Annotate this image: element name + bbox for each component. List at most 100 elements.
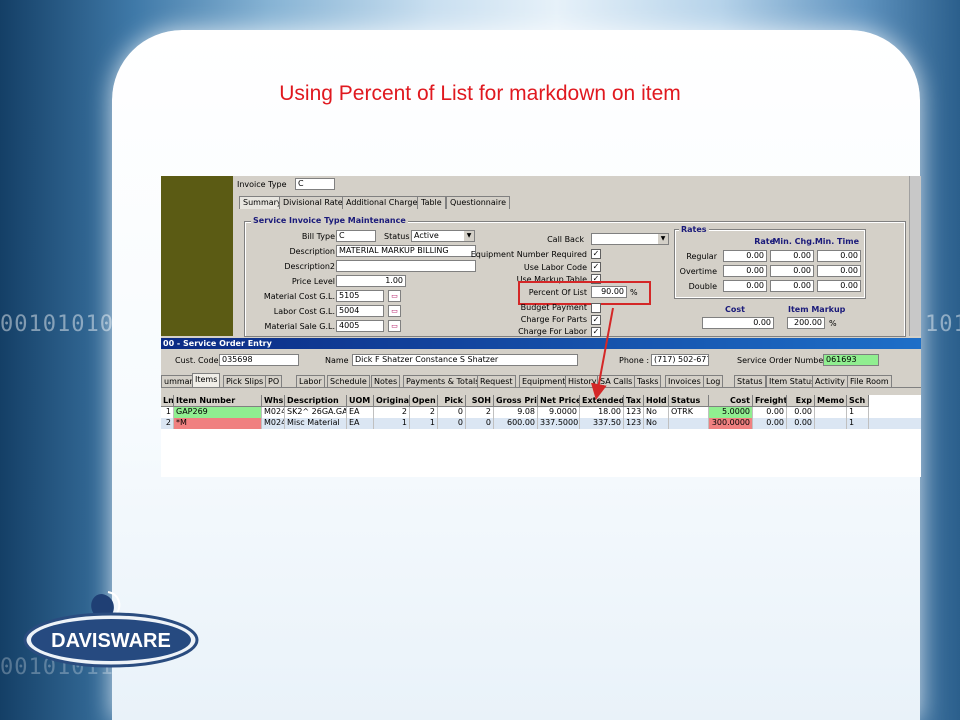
column-header-memo[interactable]: Memo	[815, 395, 847, 407]
regular-rate-input[interactable]: 0.00	[723, 250, 767, 262]
table-cell-open[interactable]: 1	[410, 418, 438, 429]
tab-equipment[interactable]: Equipment	[519, 375, 569, 387]
table-cell-hold[interactable]: No	[644, 407, 669, 418]
double-rate-input[interactable]: 0.00	[723, 280, 767, 292]
table-cell-uom[interactable]: EA	[347, 407, 374, 418]
tab-payments-totals[interactable]: Payments & Totals	[403, 375, 483, 387]
folder-icon[interactable]: ▭	[388, 290, 401, 302]
column-header-description[interactable]: Description	[285, 395, 347, 407]
column-header-extended[interactable]: Extended	[580, 395, 624, 407]
price-level-input[interactable]: 1.00	[336, 275, 406, 287]
table-cell-lnk[interactable]: 2	[161, 418, 174, 429]
table-cell-original[interactable]: 1	[374, 418, 410, 429]
column-header-tax[interactable]: Tax	[624, 395, 644, 407]
table-cell-item-number[interactable]: GAP269	[174, 407, 262, 418]
table-cell-memo[interactable]	[815, 418, 847, 429]
material-cost-gl-input[interactable]: 5105	[336, 290, 384, 302]
table-cell-cost[interactable]: 300.0000	[709, 418, 753, 429]
cost-input[interactable]: 0.00	[702, 317, 774, 329]
tab-po[interactable]: PO	[265, 375, 283, 387]
column-header-cost[interactable]: Cost	[709, 395, 753, 407]
table-row[interactable]: 2 *M M024 Misc Material EA 1 1 0 0 600.00 337.5000…	[161, 418, 921, 429]
invoice-type-input[interactable]: C	[295, 178, 335, 190]
regular-min-chg-input[interactable]: 0.00	[770, 250, 814, 262]
name-input[interactable]: Dick F Shatzer Constance S Shatzer	[352, 354, 578, 366]
table-cell-cost[interactable]: 5.0000	[709, 407, 753, 418]
column-header-lnk[interactable]: Lnk	[161, 395, 174, 407]
table-cell-freight[interactable]: 0.00	[753, 418, 787, 429]
tab-divisional-rates[interactable]: Divisional Rates	[279, 196, 351, 209]
table-cell-net-price[interactable]: 337.5000	[538, 418, 580, 429]
table-cell-open[interactable]: 2	[410, 407, 438, 418]
column-header-exp[interactable]: Exp	[787, 395, 815, 407]
overtime-rate-input[interactable]: 0.00	[723, 265, 767, 277]
table-cell-exp[interactable]: 0.00	[787, 407, 815, 418]
cust-code-input[interactable]: 035698	[219, 354, 299, 366]
table-cell-uom[interactable]: EA	[347, 418, 374, 429]
table-cell-pick[interactable]: 0	[438, 407, 466, 418]
call-back-select[interactable]: ▼	[591, 233, 669, 245]
charge-for-parts-checkbox[interactable]: ✓	[591, 315, 601, 325]
chevron-down-icon[interactable]: ▼	[464, 231, 474, 241]
column-header-status[interactable]: Status	[669, 395, 709, 407]
column-header-freight[interactable]: Freight	[753, 395, 787, 407]
column-header-item-number[interactable]: Item Number	[174, 395, 262, 407]
tab-table[interactable]: Table	[417, 196, 446, 209]
folder-icon[interactable]: ▭	[388, 320, 401, 332]
table-cell-tax[interactable]: 123	[624, 407, 644, 418]
tab-request[interactable]: Request	[477, 375, 516, 387]
table-cell-status[interactable]: OTRK	[669, 407, 709, 418]
table-cell-lnk[interactable]: 1	[161, 407, 174, 418]
column-header-gross-price[interactable]: Gross Price	[494, 395, 538, 407]
table-row[interactable]: 1 GAP269 M024 SK2^ 26GA.GA EA 2 2 0 2 9.08 9.0000 1…	[161, 407, 921, 418]
status-select[interactable]: Active ▼	[411, 230, 475, 242]
tab-items[interactable]: Items	[192, 373, 221, 387]
tab-additional-charges[interactable]: Additional Charges	[342, 196, 426, 209]
equipment-number-required-checkbox[interactable]: ✓	[591, 249, 601, 259]
tab-invoices[interactable]: Invoices	[665, 375, 704, 387]
table-cell-whs[interactable]: M024	[262, 407, 285, 418]
table-cell-extended[interactable]: 337.50	[580, 418, 624, 429]
table-cell-exp[interactable]: 0.00	[787, 418, 815, 429]
overtime-min-chg-input[interactable]: 0.00	[770, 265, 814, 277]
bill-type-input[interactable]: C	[336, 230, 376, 242]
table-cell-whs[interactable]: M024	[262, 418, 285, 429]
tab-sa-calls[interactable]: SA Calls	[597, 375, 636, 387]
table-cell-net-price[interactable]: 9.0000	[538, 407, 580, 418]
table-cell-sch[interactable]: 1	[847, 407, 869, 418]
column-header-whs[interactable]: Whs	[262, 395, 285, 407]
material-sale-gl-input[interactable]: 4005	[336, 320, 384, 332]
folder-icon[interactable]: ▭	[388, 305, 401, 317]
tab-log[interactable]: Log	[703, 375, 724, 387]
item-markup-input[interactable]: 200.00	[787, 317, 825, 329]
tab-questionnaire[interactable]: Questionnaire	[446, 196, 511, 209]
column-header-original[interactable]: Original	[374, 395, 410, 407]
phone-input[interactable]: (717) 502-6774	[651, 354, 709, 366]
tab-item-status[interactable]: Item Status	[766, 375, 819, 387]
table-cell-sch[interactable]: 1	[847, 418, 869, 429]
vertical-scrollbar[interactable]	[909, 176, 921, 336]
column-header-hold[interactable]: Hold	[644, 395, 669, 407]
budget-payment-checkbox[interactable]	[591, 303, 601, 313]
column-header-sch[interactable]: Sch	[847, 395, 869, 407]
labor-cost-gl-input[interactable]: 5004	[336, 305, 384, 317]
overtime-min-time-input[interactable]: 0.00	[817, 265, 861, 277]
table-cell-gross-price[interactable]: 600.00	[494, 418, 538, 429]
double-min-chg-input[interactable]: 0.00	[770, 280, 814, 292]
tab-status[interactable]: Status	[734, 375, 766, 387]
table-cell-gross-price[interactable]: 9.08	[494, 407, 538, 418]
table-cell-soh[interactable]: 0	[466, 418, 494, 429]
column-header-net-price[interactable]: Net Price	[538, 395, 580, 407]
table-cell-freight[interactable]: 0.00	[753, 407, 787, 418]
table-cell-description[interactable]: SK2^ 26GA.GA	[285, 407, 347, 418]
column-header-open[interactable]: Open	[410, 395, 438, 407]
table-cell-status[interactable]	[669, 418, 709, 429]
tab-notes[interactable]: Notes	[371, 375, 401, 387]
service-order-number-input[interactable]: 061693	[823, 354, 879, 366]
use-labor-code-checkbox[interactable]: ✓	[591, 262, 601, 272]
charge-for-labor-checkbox[interactable]: ✓	[591, 327, 601, 337]
table-cell-description[interactable]: Misc Material	[285, 418, 347, 429]
tab-schedule[interactable]: Schedule	[327, 375, 370, 387]
regular-min-time-input[interactable]: 0.00	[817, 250, 861, 262]
tab-tasks[interactable]: Tasks	[634, 375, 662, 387]
